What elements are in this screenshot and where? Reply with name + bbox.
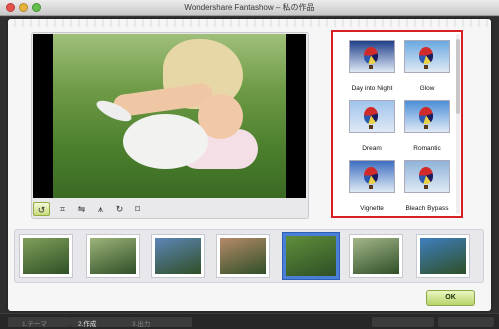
bottom-action-button-1[interactable] — [372, 317, 434, 327]
effects-scrollbar[interactable] — [456, 34, 460, 214]
step-bar: 1.テーマ 2.作成 3.出力 — [0, 313, 499, 329]
balloon-icon — [419, 107, 433, 124]
effects-panel: Day into Night Glow Dream Romantic Vignette B… — [331, 30, 463, 218]
effect-label: Vignette — [360, 205, 384, 212]
filmstrip-thumbnail[interactable] — [86, 234, 140, 278]
app-window: Wondershare Fantashow – 私の作品 ↺ ⌗ ⇋ ⩚ ↻ ⌑… — [0, 0, 499, 329]
crop-icon[interactable]: ⌗ — [54, 202, 71, 216]
filmstrip-thumbnail[interactable] — [216, 234, 270, 278]
effect-item[interactable]: Romantic — [397, 97, 457, 155]
effect-label: Bleach Bypass — [405, 205, 449, 212]
filmstrip-thumbnail[interactable] — [416, 234, 470, 278]
filmstrip-photo — [155, 238, 201, 274]
effect-label: Romantic — [413, 145, 441, 152]
balloon-icon — [364, 167, 378, 184]
effect-label: Day into Night — [351, 85, 393, 92]
filmstrip-photo — [220, 238, 266, 274]
balloon-basket — [424, 185, 428, 189]
rotate-icon[interactable]: ↺ — [33, 202, 50, 216]
filmstrip-thumbnail[interactable] — [282, 232, 340, 280]
balloon-icon — [364, 47, 378, 64]
step-label-create: 2.作成 — [78, 321, 97, 328]
effect-item[interactable]: Dream — [342, 97, 402, 155]
ok-button[interactable]: OK — [426, 290, 475, 306]
effect-item[interactable]: Day into Night — [342, 37, 402, 95]
balloon-basket — [424, 65, 428, 69]
title-bar: Wondershare Fantashow – 私の作品 — [0, 0, 499, 16]
balloon-icon — [419, 47, 433, 64]
filmstrip-photo — [353, 238, 399, 274]
scrollbar-thumb[interactable] — [456, 39, 460, 114]
rotate-right-icon[interactable]: ↻ — [111, 202, 128, 216]
preview-toolbar: ↺ ⌗ ⇋ ⩚ ↻ ⌑ — [33, 201, 306, 217]
filmstrip-photo — [90, 238, 136, 274]
balloon-basket — [369, 65, 373, 69]
preview-image — [53, 34, 286, 198]
effect-thumbnail — [404, 40, 450, 73]
photo-filmstrip — [14, 229, 484, 283]
step-label-output: 3.出力 — [132, 321, 151, 328]
balloon-icon — [364, 107, 378, 124]
filmstrip-photo — [420, 238, 466, 274]
filmstrip-photo — [23, 238, 69, 274]
effect-thumbnail — [349, 160, 395, 193]
frame-icon[interactable]: ⌑ — [129, 202, 146, 216]
effect-label: Dream — [362, 145, 382, 152]
filmstrip-thumbnail[interactable] — [19, 234, 73, 278]
effect-thumbnail — [404, 160, 450, 193]
filmstrip-thumbnail[interactable] — [151, 234, 205, 278]
effect-thumbnail — [404, 100, 450, 133]
rabbit-shape — [123, 114, 208, 169]
effect-thumbnail — [349, 100, 395, 133]
effect-label: Glow — [419, 85, 435, 92]
effect-thumbnail — [349, 40, 395, 73]
photo-preview — [33, 34, 306, 198]
effect-item[interactable]: Vignette — [342, 157, 402, 215]
window-title: Wondershare Fantashow – 私の作品 — [184, 3, 315, 12]
balloon-basket — [369, 185, 373, 189]
effects-grid: Day into Night Glow Dream Romantic Vignette B… — [335, 34, 455, 214]
filmstrip-photo — [286, 236, 336, 276]
effect-item[interactable]: Glow — [397, 37, 457, 95]
bottom-action-button-2[interactable] — [438, 317, 494, 327]
flip-icon[interactable]: ⇋ — [73, 202, 90, 216]
balloon-icon — [419, 167, 433, 184]
balloon-basket — [369, 125, 373, 129]
dialog-edge — [8, 19, 491, 27]
balloon-basket — [424, 125, 428, 129]
filmstrip-thumbnail[interactable] — [349, 234, 403, 278]
mirror-icon[interactable]: ⩚ — [92, 202, 109, 216]
effect-item[interactable]: Bleach Bypass — [397, 157, 457, 215]
step-label-theme: 1.テーマ — [22, 321, 47, 328]
